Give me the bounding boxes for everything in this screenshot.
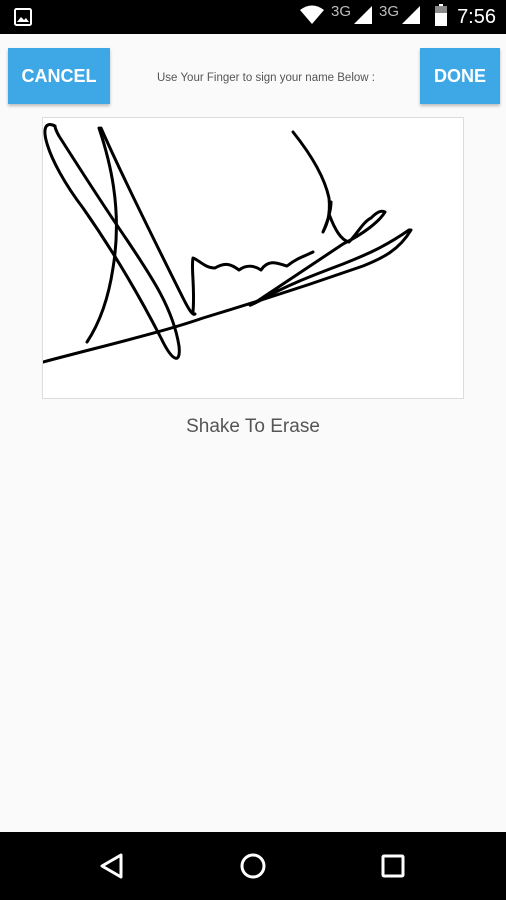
shake-to-erase-hint: Shake To Erase	[186, 416, 320, 437]
network-type-label-2: 3G	[379, 2, 400, 20]
signature-header: CANCEL Use Your Finger to sign your name…	[0, 34, 506, 114]
status-bar: 3G 3G 7:56	[0, 0, 506, 34]
navigation-bar	[0, 832, 506, 900]
instruction-text: Use Your Finger to sign your name Below …	[157, 72, 375, 84]
home-icon[interactable]	[233, 846, 273, 886]
network-type-label-1: 3G	[331, 2, 352, 20]
cancel-button[interactable]: CANCEL	[8, 48, 110, 104]
signal-icon-2	[401, 5, 421, 30]
signature-stroke-underline	[43, 228, 413, 364]
signature-drawing	[43, 123, 413, 364]
done-button[interactable]: DONE	[420, 48, 500, 104]
signature-stroke-loop	[43, 123, 181, 360]
image-icon	[14, 8, 32, 26]
signature-screen: 3G 3G 7:56 CANCEL Use Your Finger to sig…	[0, 0, 506, 900]
back-icon[interactable]	[92, 846, 132, 886]
battery-icon	[435, 3, 448, 31]
wifi-icon	[299, 5, 325, 30]
signature-stroke-flourish	[248, 209, 411, 307]
recents-icon[interactable]	[373, 846, 413, 886]
status-time: 7:56	[457, 5, 496, 28]
signature-stroke-spike	[291, 130, 333, 234]
signature-pad[interactable]	[42, 117, 464, 399]
status-icons: 3G 3G 7:56	[299, 0, 496, 34]
signal-icon	[353, 5, 373, 30]
